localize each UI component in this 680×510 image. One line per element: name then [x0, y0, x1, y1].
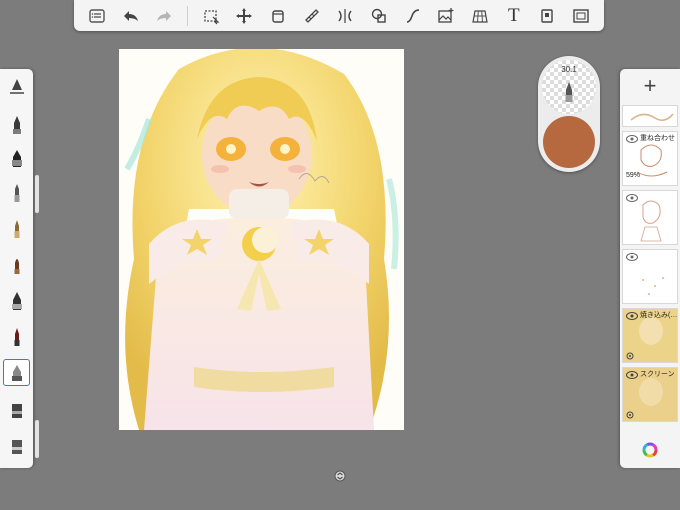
layer-item-partial[interactable]: [622, 105, 678, 127]
layer-item[interactable]: スクリーン: [622, 367, 678, 422]
brush-smudge-icon[interactable]: [3, 396, 30, 423]
brush-panel-size-slider[interactable]: [35, 175, 39, 213]
fill-icon[interactable]: [267, 5, 289, 27]
brush-eraser-icon[interactable]: [3, 359, 30, 386]
brush-marker-icon[interactable]: [3, 144, 30, 171]
brush-size-opacity-puck[interactable]: 30.1: [542, 60, 596, 114]
layer-item[interactable]: 重ね合わせ 59%: [622, 131, 678, 186]
lock-icon: [626, 352, 634, 360]
symmetry-icon[interactable]: [334, 5, 356, 27]
top-toolbar: T: [74, 0, 604, 31]
brush-library-icon[interactable]: [3, 73, 30, 100]
canvas-reset-icon[interactable]: [334, 470, 346, 482]
eye-icon[interactable]: [626, 371, 638, 379]
canvas-icon[interactable]: [536, 5, 558, 27]
ruler-icon[interactable]: [301, 5, 323, 27]
layer-name: スクリーン: [640, 371, 675, 378]
lock-icon: [626, 411, 634, 419]
artwork-illustration: [119, 49, 404, 430]
layer-name: 焼き込み(…: [640, 312, 678, 319]
selection-icon[interactable]: [200, 5, 222, 27]
layer-name: 重ね合わせ: [640, 135, 675, 142]
brush-fine-icon[interactable]: [3, 323, 30, 350]
fullscreen-icon[interactable]: [570, 5, 592, 27]
layer-item[interactable]: 焼き込み(…: [622, 308, 678, 363]
drawing-canvas[interactable]: [119, 49, 404, 430]
add-image-icon[interactable]: [435, 5, 457, 27]
curve-icon[interactable]: [402, 5, 424, 27]
brush-bucket-icon[interactable]: [3, 432, 30, 459]
redo-icon[interactable]: [153, 5, 175, 27]
color-wheel-icon: [642, 442, 658, 457]
shapes-icon[interactable]: [368, 5, 390, 27]
brush-panel-opacity-slider[interactable]: [35, 420, 39, 458]
transform-icon[interactable]: [233, 5, 255, 27]
layer-panel: + 重ね合わせ 59% 焼き込み(… スクリーン: [620, 69, 680, 468]
brush-airbrush-icon[interactable]: [3, 179, 30, 206]
layers-list-icon[interactable]: [86, 5, 108, 27]
brush-inkpen-icon[interactable]: [3, 287, 30, 314]
brush-puck[interactable]: 30.1: [538, 56, 600, 172]
brush-library-panel: [0, 69, 33, 468]
eye-icon[interactable]: [626, 253, 638, 261]
layer-item[interactable]: [622, 190, 678, 245]
eye-icon[interactable]: [626, 135, 638, 143]
layer-opacity: 59%: [626, 172, 641, 179]
color-wheel-button[interactable]: [620, 431, 680, 468]
text-icon[interactable]: T: [503, 5, 525, 27]
current-brush-icon: [565, 82, 573, 102]
toolbar-separator: [186, 5, 188, 26]
brush-pencil-icon[interactable]: [3, 111, 30, 138]
perspective-icon[interactable]: [469, 5, 491, 27]
eye-icon[interactable]: [626, 312, 638, 320]
eye-icon[interactable]: [626, 194, 638, 202]
add-layer-button[interactable]: +: [620, 69, 680, 103]
current-color-swatch[interactable]: [543, 116, 595, 168]
brush-pen-icon[interactable]: [3, 215, 30, 242]
layer-item[interactable]: [622, 249, 678, 304]
brush-paintbrush-icon[interactable]: [3, 251, 30, 278]
undo-icon[interactable]: [120, 5, 142, 27]
brush-size-value: 30.1: [561, 65, 577, 74]
